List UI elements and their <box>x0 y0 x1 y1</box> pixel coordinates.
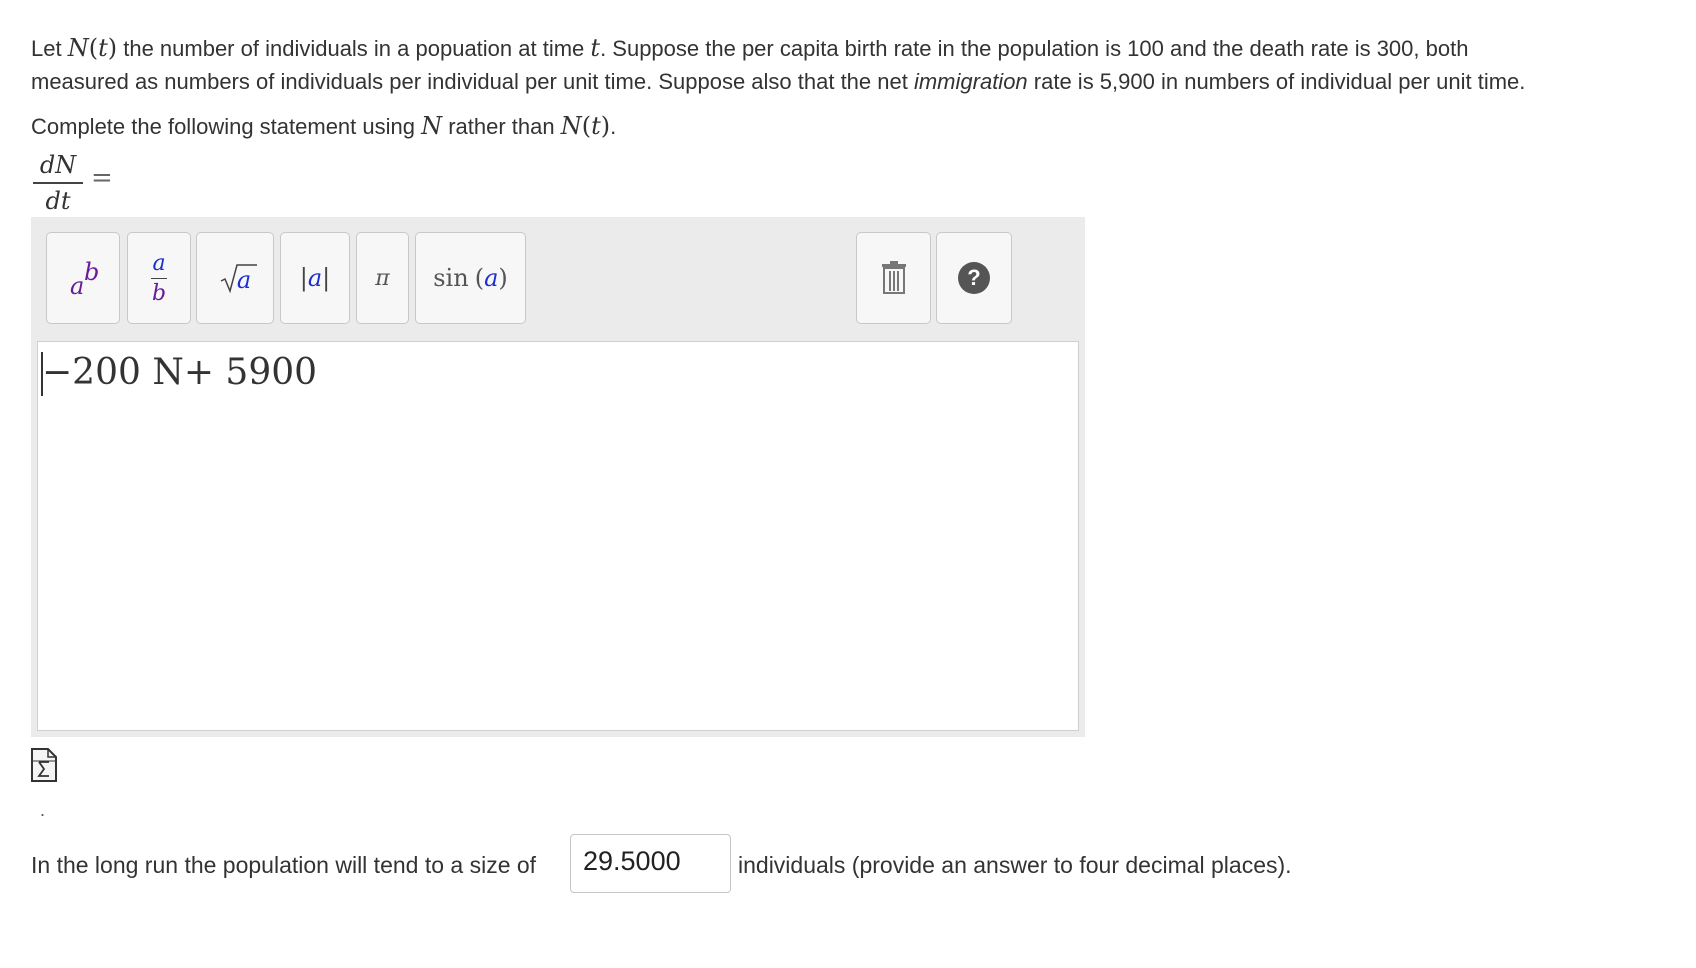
power-exponent: b <box>84 258 100 286</box>
abs-button[interactable]: | a | <box>280 232 350 324</box>
var-t: t <box>591 112 601 140</box>
sin-arg: a <box>484 264 499 292</box>
long-run-answer-input[interactable]: 29.5000 <box>570 834 731 893</box>
question-line-3: Complete the following statement using N… <box>31 109 616 144</box>
equals-sign: = <box>91 163 113 193</box>
paren: ( <box>474 264 485 292</box>
sqrt-button[interactable]: a <box>196 232 274 324</box>
text: . Suppose the per capita birth rate in t… <box>600 36 1469 61</box>
emphasis-immigration: immigration <box>913 69 1028 94</box>
question-line-1: Let N(t) the number of individuals in a … <box>31 31 1468 66</box>
question-page: Let N(t) the number of individuals in a … <box>0 0 1696 968</box>
fraction-bar <box>33 182 83 184</box>
long-run-instructions: individuals (provide an answer to four d… <box>738 852 1292 878</box>
text: . <box>610 114 617 139</box>
abs-left-bar: | <box>299 264 308 292</box>
var-N: N <box>560 112 582 140</box>
trash-icon <box>881 261 906 294</box>
paren: ( <box>88 34 99 62</box>
equation-editor-icon[interactable] <box>31 748 57 782</box>
help-icon: ? <box>958 262 990 294</box>
text: the number of individuals in a popuation… <box>117 36 591 61</box>
derivative-numerator: dN <box>39 151 77 179</box>
math-editor: a b a b a | a | π sin(a) ? −200 N+ 5900 <box>31 217 1085 737</box>
paren: ) <box>107 34 118 62</box>
sqrt-arg: a <box>236 266 252 294</box>
text: Let <box>31 36 68 61</box>
answer-expression: −200 N+ 5900 <box>42 352 318 393</box>
paren: ( <box>581 112 592 140</box>
power-button[interactable]: a b <box>46 232 120 324</box>
derivative-label: dN dt <box>33 150 83 216</box>
abs-right-bar: | <box>322 264 331 292</box>
text: Complete the following statement using <box>31 114 422 139</box>
paren: ) <box>498 264 508 292</box>
abs-arg: a <box>307 264 323 292</box>
question-line-2: measured as numbers of individuals per i… <box>31 65 1525 99</box>
text: rather than <box>442 114 561 139</box>
var-t: t <box>98 34 108 62</box>
fraction-denominator: b <box>151 280 167 306</box>
fraction-numerator: a <box>152 250 166 276</box>
power-base: a <box>70 272 85 300</box>
pi-button[interactable]: π <box>356 232 409 324</box>
text: measured as numbers of individuals per i… <box>31 69 914 94</box>
fraction-bar <box>151 277 167 279</box>
separator-dot: . <box>40 800 46 820</box>
pi-icon: π <box>375 265 390 291</box>
fraction-button[interactable]: a b <box>127 232 191 324</box>
sin-button[interactable]: sin(a) <box>415 232 526 324</box>
long-run-prompt: In the long run the population will tend… <box>31 852 537 878</box>
var-N: N <box>421 112 443 140</box>
var-t: t <box>590 34 601 62</box>
paren: ) <box>600 112 611 140</box>
sin-label: sin <box>433 264 469 292</box>
derivative-denominator: dt <box>45 187 71 215</box>
var-N: N <box>67 34 89 62</box>
clear-button[interactable] <box>856 232 931 324</box>
answer-input-area[interactable]: −200 N+ 5900 <box>37 341 1079 731</box>
help-button[interactable]: ? <box>936 232 1012 324</box>
text: rate is 5,900 in numbers of individual p… <box>1027 69 1526 94</box>
